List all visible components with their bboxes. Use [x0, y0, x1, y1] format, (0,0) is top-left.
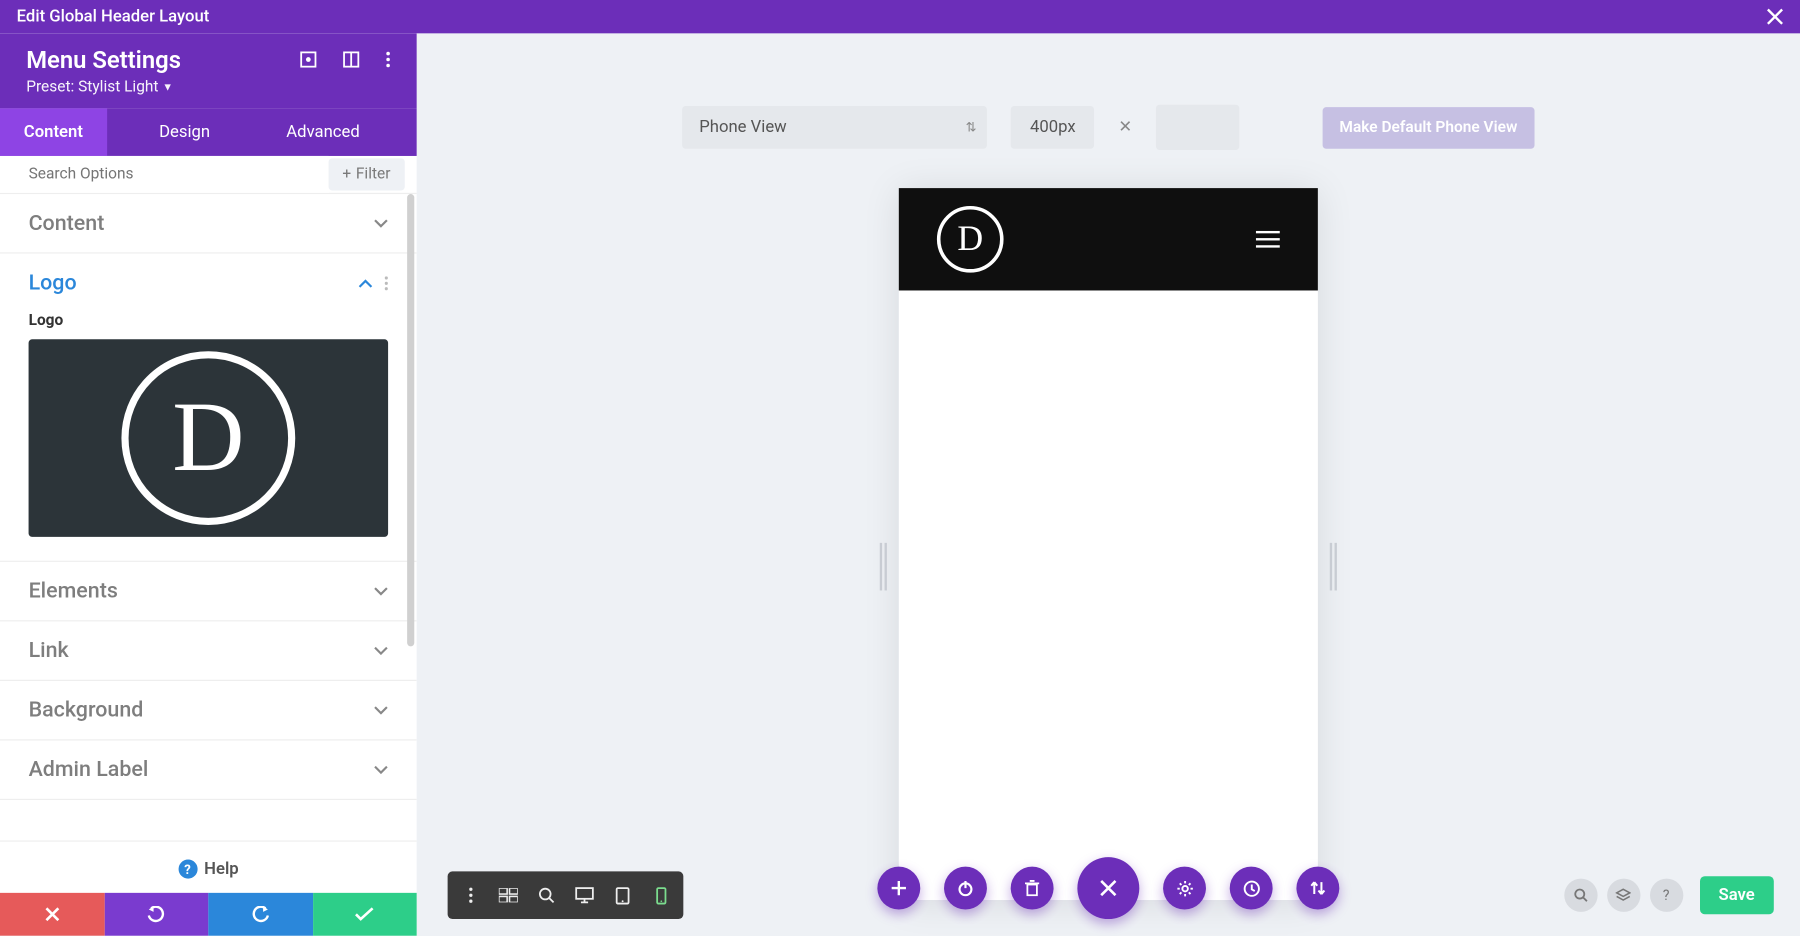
viewport-height-input[interactable] — [1156, 105, 1239, 150]
section-logo: Logo Logo D — [0, 254, 417, 562]
responsive-icon[interactable] — [300, 51, 317, 68]
logo-image-preview[interactable]: D — [29, 339, 389, 537]
help-link[interactable]: ?Help — [0, 840, 417, 893]
section-admin-label[interactable]: Admin Label — [0, 740, 417, 800]
viewport-mode-select[interactable]: Phone View — [683, 106, 988, 149]
add-button[interactable] — [877, 867, 920, 910]
device-preview: D — [899, 188, 1318, 900]
chevron-down-icon: ▼ — [162, 82, 173, 94]
section-content[interactable]: Content — [0, 194, 417, 254]
sort-button[interactable] — [1296, 867, 1339, 910]
cancel-button[interactable] — [0, 893, 104, 936]
filter-row: + Filter — [0, 156, 417, 194]
help-icon: ? — [178, 860, 197, 879]
section-title: Logo — [29, 270, 77, 295]
redo-button[interactable] — [208, 893, 312, 936]
viewport-controls: Phone View ✕ Make Default Phone View — [417, 105, 1800, 150]
device-toolbox — [448, 871, 684, 919]
chevron-down-icon — [374, 218, 388, 228]
settings-sidebar: Menu Settings Preset: Stylist Light ▼ Co… — [0, 33, 417, 935]
section-title: Elements — [29, 579, 118, 604]
chevron-down-icon — [374, 765, 388, 775]
save-button[interactable]: Save — [1699, 876, 1773, 914]
help-util-icon[interactable]: ? — [1649, 879, 1682, 912]
tab-design[interactable]: Design — [107, 108, 263, 156]
filter-label: Filter — [356, 165, 391, 183]
scrollbar[interactable] — [407, 194, 414, 840]
plus-icon: + — [342, 165, 351, 183]
multiply-icon: ✕ — [1118, 118, 1132, 137]
preset-label: Preset: Stylist Light — [26, 79, 158, 97]
preview-canvas: Phone View ✕ Make Default Phone View D — [417, 33, 1800, 935]
section-title: Background — [29, 698, 144, 723]
action-bar — [0, 893, 417, 936]
tablet-icon[interactable] — [605, 879, 641, 912]
section-link[interactable]: Link — [0, 621, 417, 681]
utility-row: ? Save — [1564, 876, 1774, 914]
section-title: Content — [29, 211, 105, 236]
settings-button[interactable] — [1163, 867, 1206, 910]
filter-button[interactable]: + Filter — [328, 158, 405, 190]
resize-handle-left[interactable] — [880, 543, 887, 591]
chevron-down-icon — [374, 586, 388, 596]
search-options-input[interactable] — [0, 156, 328, 193]
preview-header: D — [899, 188, 1318, 290]
tab-content[interactable]: Content — [0, 108, 107, 156]
toolbox-more-icon[interactable] — [452, 879, 488, 912]
logo-field-label: Logo — [29, 312, 389, 330]
phone-icon[interactable] — [643, 879, 679, 912]
columns-icon[interactable] — [343, 51, 360, 68]
trash-button[interactable] — [1011, 867, 1054, 910]
logo-icon: D — [121, 351, 295, 525]
settings-tabs: Content Design Advanced — [0, 108, 417, 156]
section-title: Admin Label — [29, 757, 149, 782]
close-builder-button[interactable] — [1077, 857, 1139, 919]
section-logo-header[interactable]: Logo — [0, 254, 417, 312]
more-icon[interactable] — [385, 276, 389, 290]
section-elements[interactable]: Elements — [0, 562, 417, 622]
preset-selector[interactable]: Preset: Stylist Light ▼ — [26, 79, 390, 97]
desktop-icon[interactable] — [567, 879, 603, 912]
more-icon[interactable] — [386, 51, 391, 68]
confirm-button[interactable] — [313, 893, 417, 936]
layers-util-icon[interactable] — [1607, 879, 1640, 912]
power-button[interactable] — [944, 867, 987, 910]
section-title: Link — [29, 638, 69, 663]
wireframe-icon[interactable] — [490, 879, 526, 912]
logo-icon: D — [937, 206, 1004, 273]
hamburger-menu-icon[interactable] — [1256, 231, 1280, 248]
sidebar-title: Menu Settings — [26, 45, 181, 74]
chevron-down-icon — [374, 646, 388, 656]
search-util-icon[interactable] — [1564, 879, 1597, 912]
undo-button[interactable] — [104, 893, 208, 936]
make-default-button[interactable]: Make Default Phone View — [1323, 107, 1534, 149]
zoom-icon[interactable] — [529, 879, 565, 912]
chevron-down-icon — [374, 705, 388, 715]
builder-actions — [877, 857, 1339, 919]
viewport-width-input[interactable] — [1011, 106, 1094, 149]
history-button[interactable] — [1230, 867, 1273, 910]
resize-handle-right[interactable] — [1330, 543, 1337, 591]
chevron-up-icon — [358, 278, 372, 288]
title-bar-label: Edit Global Header Layout — [17, 7, 210, 26]
tab-advanced[interactable]: Advanced — [263, 108, 384, 156]
title-bar: Edit Global Header Layout — [0, 0, 1800, 33]
close-icon[interactable] — [1767, 8, 1784, 25]
sidebar-header: Menu Settings Preset: Stylist Light ▼ — [0, 33, 417, 108]
section-background[interactable]: Background — [0, 681, 417, 741]
settings-panel: Content Logo Logo D Elements Link — [0, 194, 417, 840]
